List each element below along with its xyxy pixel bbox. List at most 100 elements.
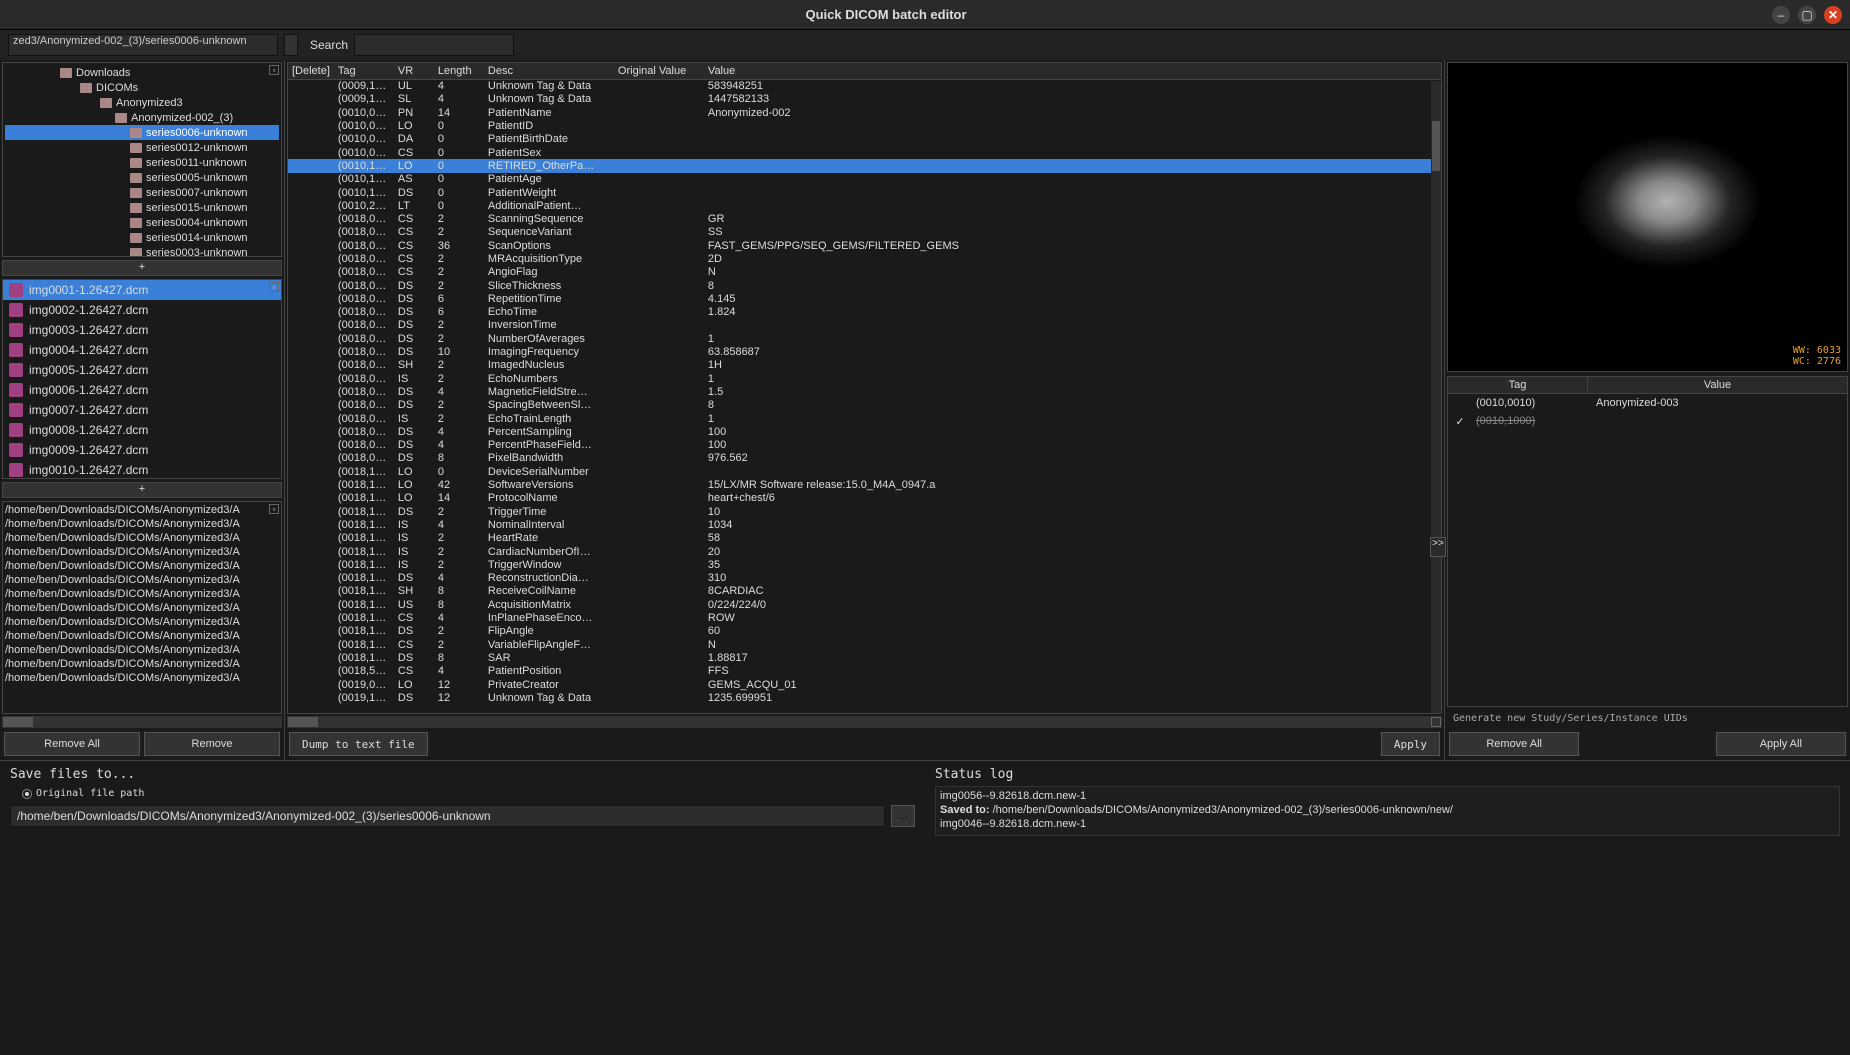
status-log[interactable]: img0056--9.82618.dcm.new-1Saved to: /hom… <box>935 786 1840 836</box>
tag-row[interactable]: (0018,0…CS2MRAcquisitionType2D <box>288 252 1441 265</box>
tag-row[interactable]: (0018,1…CS4InPlanePhaseEnco…ROW <box>288 611 1441 624</box>
file-item[interactable]: img0004-1.26427.dcm <box>3 340 281 360</box>
path-row[interactable]: /home/ben/Downloads/DICOMs/Anonymized3/A <box>5 630 279 644</box>
tree-node[interactable]: Anonymized-002_(3) <box>5 110 279 125</box>
path-row[interactable]: /home/ben/Downloads/DICOMs/Anonymized3/A <box>5 560 279 574</box>
tag-row[interactable]: (0018,0…DS4PercentSampling100 <box>288 425 1441 438</box>
tag-row[interactable]: (0018,1…CS2VariableFlipAngleF…N <box>288 638 1441 651</box>
path-row[interactable]: /home/ben/Downloads/DICOMs/Anonymized3/A <box>5 504 279 518</box>
expander-button[interactable]: >> <box>1430 537 1446 557</box>
tree-node[interactable]: series0007-unknown <box>5 185 279 200</box>
tree-node[interactable]: series0006-unknown <box>5 125 279 140</box>
file-item[interactable]: img0010-1.26427.dcm <box>3 460 281 479</box>
tag-row[interactable]: (0010,1…LO0RETIRED_OtherPa… <box>288 159 1441 172</box>
tag-row[interactable]: (0018,1…IS2CardiacNumberOfI…20 <box>288 545 1441 558</box>
collapse-icon[interactable]: ▫ <box>269 65 279 75</box>
tag-row[interactable]: (0018,1…DS8SAR1.88817 <box>288 651 1441 664</box>
tag-row[interactable]: (0018,1…IS2HeartRate58 <box>288 532 1441 545</box>
file-item[interactable]: img0008-1.26427.dcm <box>3 420 281 440</box>
path-row[interactable]: /home/ben/Downloads/DICOMs/Anonymized3/A <box>5 644 279 658</box>
collapse-icon[interactable]: ▫ <box>269 504 279 514</box>
dump-button[interactable]: Dump to text file <box>289 732 428 756</box>
tree-node[interactable]: series0011-unknown <box>5 155 279 170</box>
path-row[interactable]: /home/ben/Downloads/DICOMs/Anonymized3/A <box>5 532 279 546</box>
edit-table[interactable]: >> Tag Value (0010,0010)Anonymized-003✓(… <box>1447 376 1848 707</box>
minimize-button[interactable]: – <box>1772 6 1790 24</box>
tag-row[interactable]: (0018,0…IS2EchoTrainLength1 <box>288 412 1441 425</box>
tag-row[interactable]: (0018,0…DS2InversionTime <box>288 319 1441 332</box>
v-scrollbar[interactable] <box>1431 81 1441 713</box>
path-row[interactable]: /home/ben/Downloads/DICOMs/Anonymized3/A <box>5 616 279 630</box>
column-header[interactable]: Tag <box>334 63 394 80</box>
edit-row[interactable]: ✓(0010,1000) <box>1448 412 1847 430</box>
save-path-input[interactable] <box>10 805 885 827</box>
search-input[interactable] <box>354 34 514 56</box>
column-header[interactable]: VR <box>394 63 434 80</box>
tree-node[interactable]: series0015-unknown <box>5 200 279 215</box>
tag-row[interactable]: (0018,0…DS6RepetitionTime4.145 <box>288 292 1441 305</box>
path-row[interactable]: /home/ben/Downloads/DICOMs/Anonymized3/A <box>5 672 279 686</box>
browse-button[interactable]: … <box>891 805 915 827</box>
tag-row[interactable]: (0018,0…DS4MagneticFieldStre…1.5 <box>288 385 1441 398</box>
tag-row[interactable]: (0018,0…CS2ScanningSequenceGR <box>288 212 1441 225</box>
remove-all-edits-button[interactable]: Remove All <box>1449 732 1579 756</box>
path-row[interactable]: /home/ben/Downloads/DICOMs/Anonymized3/A <box>5 546 279 560</box>
tree-node[interactable]: series0003-unknown <box>5 245 279 257</box>
original-path-radio[interactable]: Original file path <box>22 788 915 799</box>
file-item[interactable]: img0002-1.26427.dcm <box>3 300 281 320</box>
add-folder-button[interactable]: + <box>2 260 282 276</box>
tag-row[interactable]: (0010,0…CS0PatientSex <box>288 146 1441 159</box>
tag-row[interactable]: (0019,0…LO12PrivateCreatorGEMS_ACQU_01 <box>288 678 1441 691</box>
path-combo[interactable]: zed3/Anonymized-002_(3)/series0006-unkno… <box>8 34 278 56</box>
tag-row[interactable]: (0018,0…IS2EchoNumbers1 <box>288 372 1441 385</box>
tag-row[interactable]: (0018,1…DS2FlipAngle60 <box>288 625 1441 638</box>
tag-row[interactable]: (0010,0…DA0PatientBirthDate <box>288 133 1441 146</box>
tag-table[interactable]: [Delete]TagVRLengthDescOriginal ValueVal… <box>287 62 1442 714</box>
tag-row[interactable]: (0018,1…DS4ReconstructionDia…310 <box>288 571 1441 584</box>
tag-row[interactable]: (0018,0…CS2AngioFlagN <box>288 266 1441 279</box>
tag-row[interactable]: (0010,1…DS0PatientWeight <box>288 186 1441 199</box>
file-item[interactable]: img0005-1.26427.dcm <box>3 360 281 380</box>
tag-row[interactable]: (0018,1…LO0DeviceSerialNumber <box>288 465 1441 478</box>
tag-row[interactable]: (0018,0…CS2SequenceVariantSS <box>288 226 1441 239</box>
path-row[interactable]: /home/ben/Downloads/DICOMs/Anonymized3/A <box>5 574 279 588</box>
file-item[interactable]: img0006-1.26427.dcm <box>3 380 281 400</box>
tag-row[interactable]: (0018,1…LO42SoftwareVersions15/LX/MR Sof… <box>288 478 1441 491</box>
file-list[interactable]: ▫ img0001-1.26427.dcmimg0002-1.26427.dcm… <box>2 279 282 479</box>
column-header[interactable]: Length <box>434 63 484 80</box>
tree-node[interactable]: Downloads <box>5 65 279 80</box>
tag-row[interactable]: (0018,5…CS4PatientPositionFFS <box>288 665 1441 678</box>
file-item[interactable]: img0001-1.26427.dcm <box>3 280 281 300</box>
path-list[interactable]: ▫ /home/ben/Downloads/DICOMs/Anonymized3… <box>2 501 282 714</box>
h-scrollbar[interactable] <box>287 716 1442 728</box>
tag-row[interactable]: (0018,0…DS10ImagingFrequency63.858687 <box>288 345 1441 358</box>
tag-row[interactable]: (0010,1…AS0PatientAge <box>288 173 1441 186</box>
apply-all-button[interactable]: Apply All <box>1716 732 1846 756</box>
file-item[interactable]: img0009-1.26427.dcm <box>3 440 281 460</box>
tag-row[interactable]: (0018,0…CS36ScanOptionsFAST_GEMS/PPG/SEQ… <box>288 239 1441 252</box>
tag-row[interactable]: (0018,1…LO14ProtocolNameheart+chest/6 <box>288 492 1441 505</box>
tag-row[interactable]: (0010,0…LO0PatientID <box>288 119 1441 132</box>
folder-tree[interactable]: ▫ DownloadsDICOMsAnonymized3Anonymized-0… <box>2 62 282 257</box>
column-header[interactable]: Original Value <box>614 63 704 80</box>
tag-row[interactable]: (0018,1…DS2TriggerTime10 <box>288 505 1441 518</box>
column-header[interactable]: Value <box>704 63 1441 80</box>
file-item[interactable]: img0007-1.26427.dcm <box>3 400 281 420</box>
h-scrollbar[interactable] <box>2 716 282 728</box>
remove-button[interactable]: Remove <box>144 732 280 756</box>
tag-row[interactable]: (0018,1…IS2TriggerWindow35 <box>288 558 1441 571</box>
tag-row[interactable]: (0018,1…US8AcquisitionMatrix0/224/224/0 <box>288 598 1441 611</box>
tag-row[interactable]: (0018,1…SH8ReceiveCoilName8CARDIAC <box>288 585 1441 598</box>
tag-row[interactable]: (0018,1…IS4NominalInterval1034 <box>288 518 1441 531</box>
tag-row[interactable]: (0018,0…DS2NumberOfAverages1 <box>288 332 1441 345</box>
tag-row[interactable]: (0019,1…DS12Unknown Tag & Data1235.69995… <box>288 691 1441 704</box>
tree-node[interactable]: series0012-unknown <box>5 140 279 155</box>
tag-row[interactable]: (0018,0…DS6EchoTime1.824 <box>288 306 1441 319</box>
tag-row[interactable]: (0018,0…DS2SpacingBetweenSl…8 <box>288 399 1441 412</box>
tag-row[interactable]: (0018,0…SH2ImagedNucleus1H <box>288 359 1441 372</box>
collapse-icon[interactable]: ▫ <box>269 282 279 292</box>
path-row[interactable]: /home/ben/Downloads/DICOMs/Anonymized3/A <box>5 518 279 532</box>
tag-row[interactable]: (0009,1…SL4Unknown Tag & Data1447582133 <box>288 93 1441 106</box>
close-button[interactable]: ✕ <box>1824 6 1842 24</box>
tag-row[interactable]: (0018,0…DS2SliceThickness8 <box>288 279 1441 292</box>
